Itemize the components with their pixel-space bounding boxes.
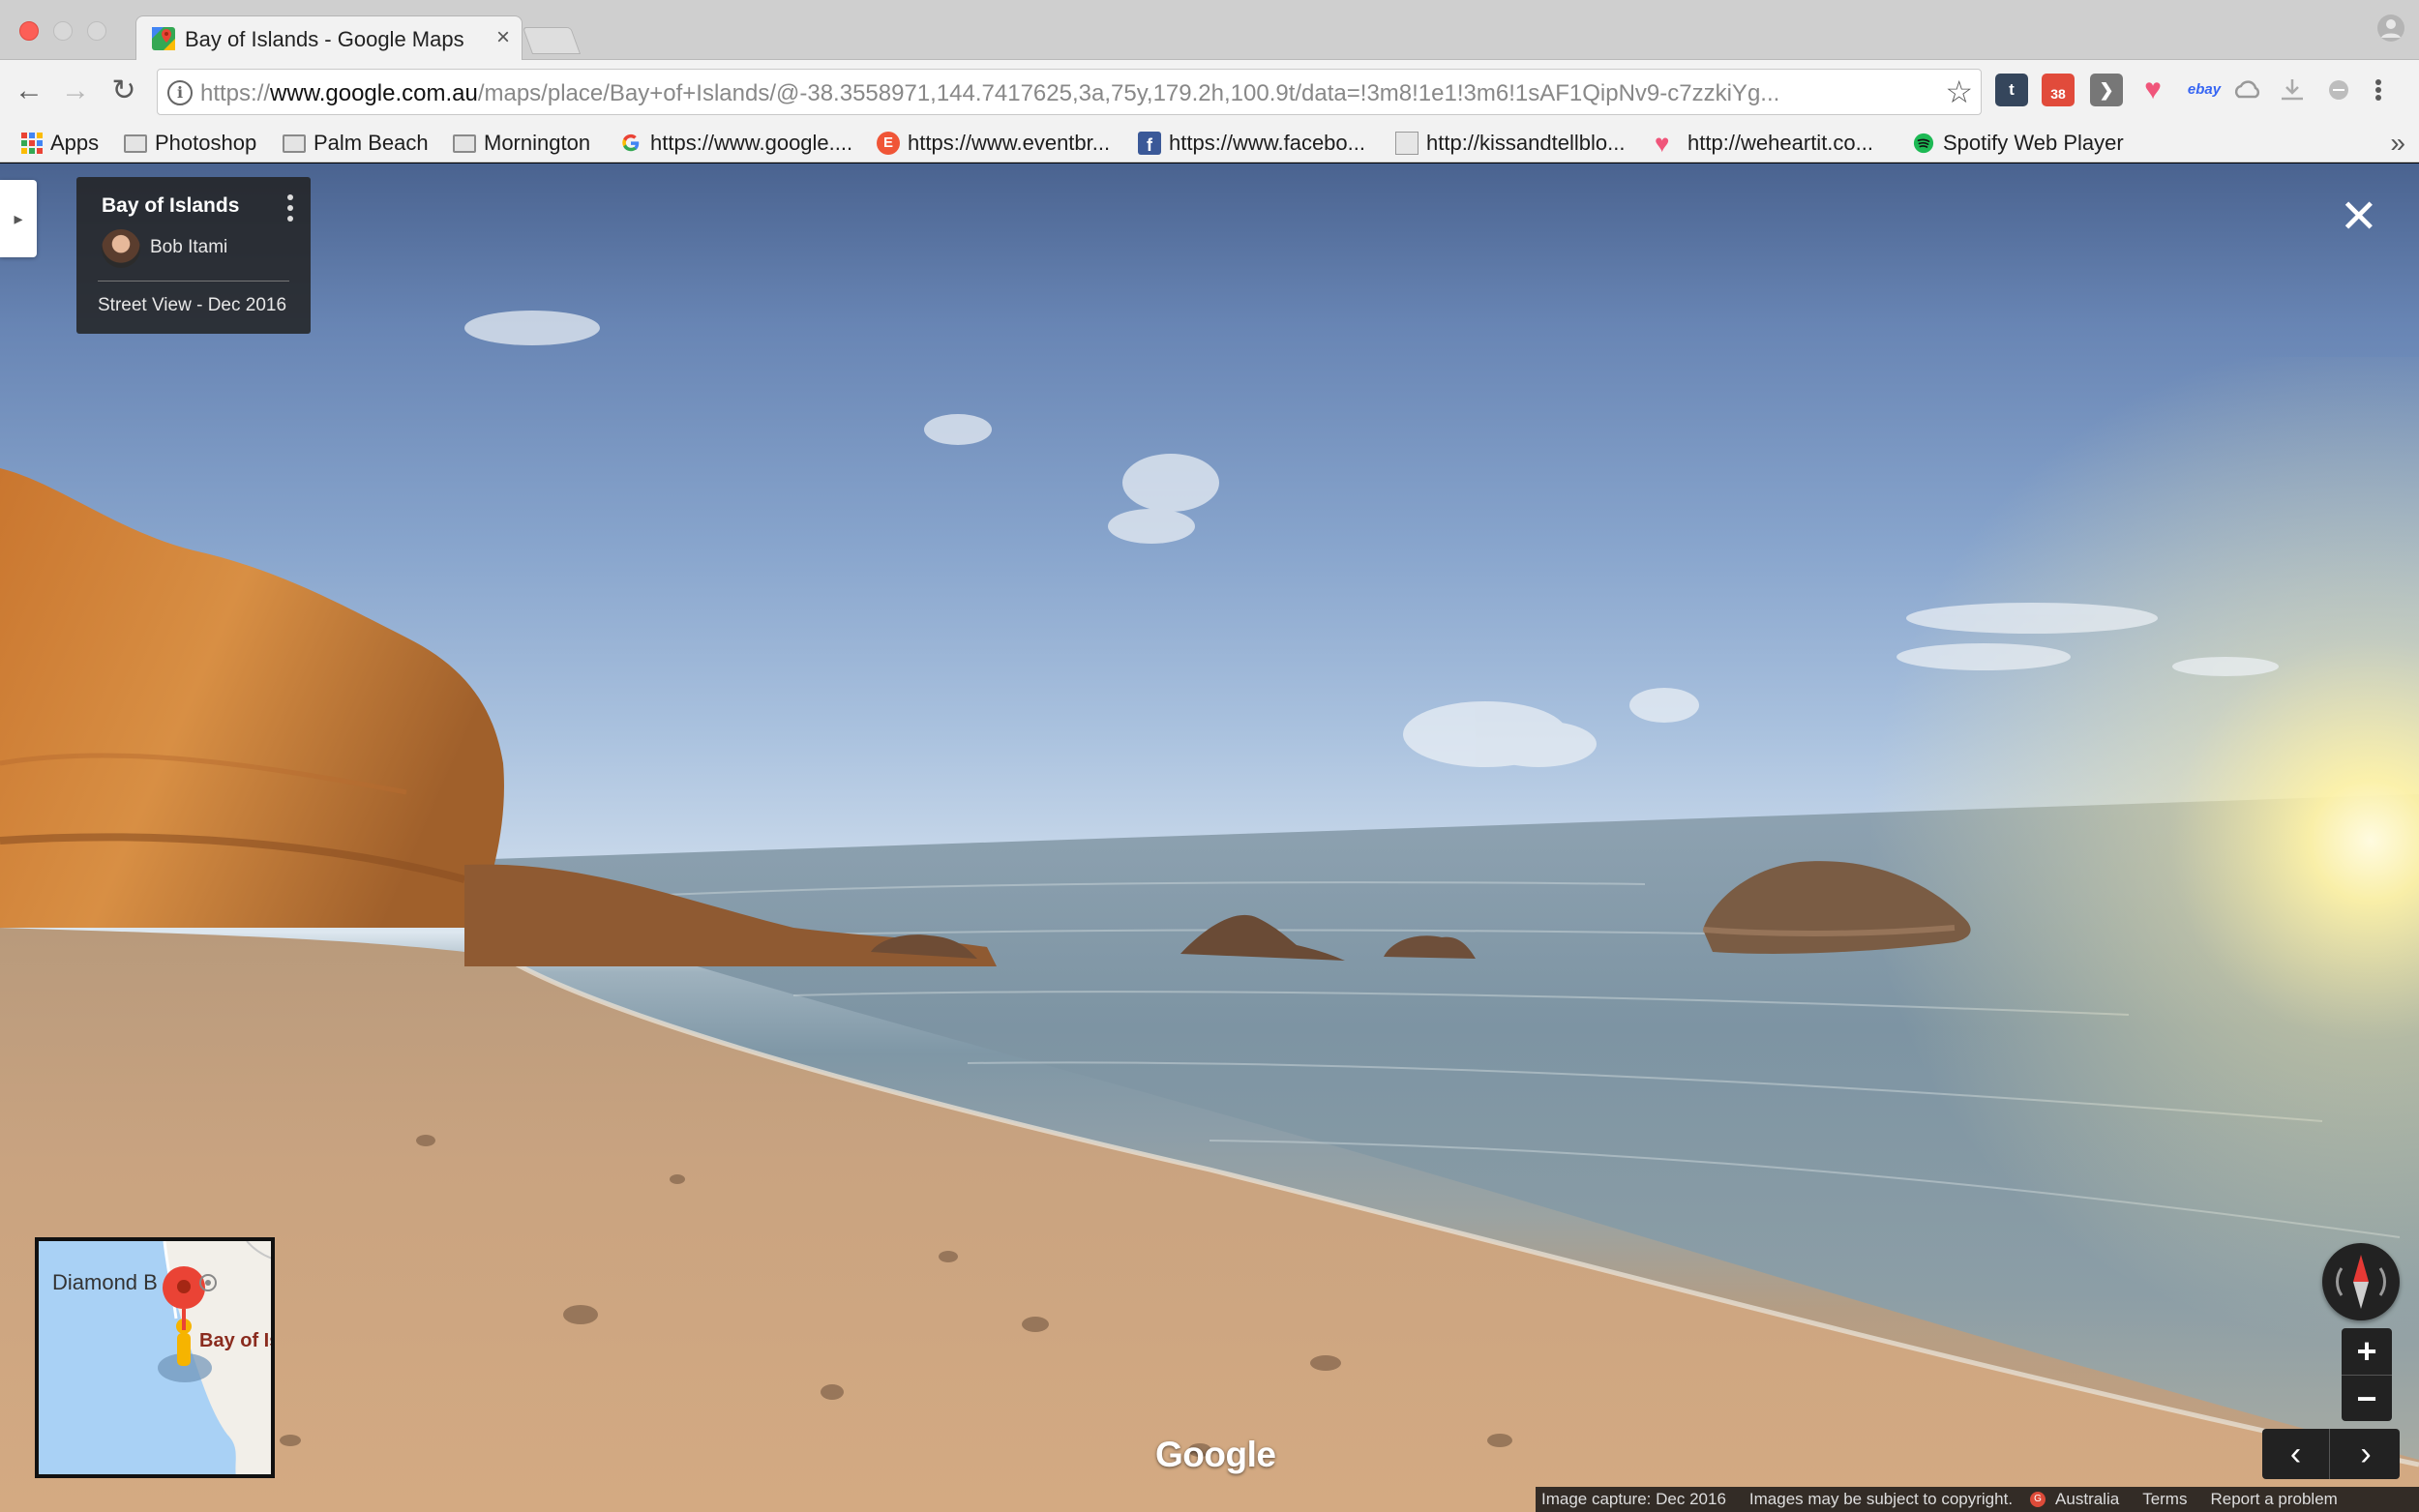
copyright-text: Images may be subject to copyright. (1748, 1490, 2014, 1508)
bookmark-google[interactable]: https://www.google.... (619, 128, 852, 159)
url-path: /maps/place/Bay+of+Islands/@-38.3558971,… (477, 80, 1780, 106)
bookmark-weheartit[interactable]: ♥ http://weheartit.co... (1655, 128, 1873, 159)
zoom-control: + − (2342, 1328, 2392, 1421)
browser-toolbar: ← → ↻ i https://www.google.com.au/maps/p… (0, 60, 2419, 124)
previous-button[interactable]: ‹ (2262, 1429, 2330, 1479)
bookmark-eventbrite[interactable]: E https://www.eventbr... (877, 128, 1110, 159)
map-label-bay-of-islands: Bay of Is (199, 1330, 275, 1351)
time-navigation-control: ‹ › (2262, 1429, 2400, 1479)
apps-grid-icon (21, 133, 43, 154)
forward-button[interactable]: → (58, 74, 93, 108)
avatar[interactable] (102, 229, 140, 268)
tumblr-extension-icon[interactable]: t (1995, 74, 2028, 106)
profile-icon[interactable] (2376, 14, 2405, 43)
spotify-icon (1913, 133, 1934, 154)
compass-icon[interactable] (2322, 1243, 2400, 1320)
bookmark-label: http://weheartit.co... (1687, 131, 1873, 155)
url-prefix: https:// (200, 80, 271, 106)
divider (98, 281, 289, 282)
page-icon (1395, 132, 1419, 155)
bookmark-label: https://www.facebo... (1169, 131, 1365, 155)
circle-extension-icon[interactable] (2322, 74, 2355, 106)
new-tab-button[interactable] (522, 27, 582, 54)
bookmark-label: Palm Beach (314, 131, 429, 155)
weheartit-icon: ♥ (1655, 129, 1670, 158)
bookmark-kissandtell[interactable]: http://kissandtellblo... (1395, 128, 1625, 159)
url-domain: www.google.com.au (270, 80, 478, 106)
zoom-in-button[interactable]: + (2342, 1328, 2392, 1375)
window-close-button[interactable] (19, 21, 39, 41)
bookmark-label: https://www.eventbr... (908, 131, 1111, 155)
tab-title: Bay of Islands - Google Maps (185, 27, 464, 51)
eventbrite-icon: E (877, 132, 900, 155)
tab-close-icon[interactable]: × (496, 24, 510, 51)
bookmark-label: Photoshop (155, 131, 257, 155)
report-problem-link[interactable]: Report a problem (2210, 1490, 2337, 1509)
bookmark-label: Apps (50, 131, 100, 155)
bookmark-apps[interactable]: Apps (21, 128, 99, 159)
image-capture-text: Image capture: Dec 2016 (1541, 1490, 1726, 1508)
bookmarks-overflow-button[interactable]: » (2390, 128, 2405, 159)
tab-bay-of-islands[interactable]: Bay of Islands - Google Maps × (135, 15, 523, 61)
google-logo: Google (1155, 1435, 1276, 1474)
region-link[interactable]: Australia (2055, 1490, 2119, 1509)
google-icon (622, 133, 640, 152)
more-options-icon[interactable] (287, 194, 293, 222)
bookmarks-bar: Apps Photoshop Palm Beach Mornington htt… (0, 124, 2419, 163)
mini-map[interactable]: Diamond B Bay of Is (35, 1237, 275, 1478)
site-info-icon[interactable]: i (167, 80, 193, 105)
bookmark-label: Mornington (484, 131, 591, 155)
author-name[interactable]: Bob Itami (150, 237, 227, 258)
google-maps-icon (152, 27, 175, 50)
browser-menu-icon[interactable] (2369, 74, 2388, 106)
terms-link[interactable]: Terms (2142, 1490, 2187, 1509)
bookmark-mornington[interactable]: Mornington (453, 128, 590, 159)
facebook-icon: f (1138, 132, 1161, 155)
bookmark-label: Spotify Web Player (1943, 131, 2124, 155)
capture-date[interactable]: Street View - Dec 2016 (98, 295, 286, 316)
bookmark-label: https://www.google.... (650, 131, 853, 155)
calendar-extension-icon[interactable]: 38 (2042, 74, 2075, 106)
bookmark-photoshop[interactable]: Photoshop (124, 128, 256, 159)
window-maximize-button[interactable] (87, 21, 106, 41)
app-window: Bay of Islands - Google Maps × ← → ↻ i h… (0, 0, 2419, 1512)
zoom-out-button[interactable]: − (2342, 1375, 2392, 1421)
bookmark-facebook[interactable]: f https://www.facebo... (1138, 128, 1365, 159)
bookmark-palm-beach[interactable]: Palm Beach (283, 128, 429, 159)
download-extension-icon[interactable] (2276, 74, 2309, 106)
street-view-info-card: Bay of Islands Bob Itami Street View - D… (76, 177, 311, 334)
reload-button[interactable]: ↻ (106, 74, 141, 108)
folder-icon (453, 133, 476, 153)
folder-icon (283, 133, 306, 153)
back-button[interactable]: ← (12, 74, 46, 108)
street-view-footer: Image capture: Dec 2016 Images may be su… (1536, 1487, 2419, 1512)
side-panel-toggle[interactable]: ▸ (0, 180, 37, 257)
panorama-scene (0, 311, 2419, 1512)
ebay-extension-icon[interactable]: ebay (2183, 74, 2225, 106)
address-bar[interactable]: i https://www.google.com.au/maps/place/B… (157, 69, 1982, 115)
google-plus-icon[interactable]: G (2030, 1492, 2046, 1507)
bookmark-star-icon[interactable]: ☆ (1945, 74, 1973, 110)
cloud-extension-icon[interactable] (2231, 74, 2264, 106)
next-button[interactable]: › (2332, 1429, 2400, 1479)
map-label-diamond-bay: Diamond B (52, 1270, 158, 1294)
browser-tab-bar: Bay of Islands - Google Maps × (0, 0, 2419, 61)
bookmark-label: http://kissandtellblo... (1426, 131, 1626, 155)
street-view-panorama[interactable] (0, 163, 2419, 1512)
pocket-extension-icon[interactable]: ❯ (2090, 74, 2123, 106)
window-minimize-button[interactable] (53, 21, 73, 41)
place-title[interactable]: Bay of Islands (102, 194, 239, 218)
close-street-view-icon[interactable]: ✕ (2340, 193, 2378, 240)
heart-extension-icon[interactable]: ♥ (2136, 74, 2169, 106)
url-text[interactable]: https://www.google.com.au/maps/place/Bay… (200, 80, 1923, 107)
folder-icon (124, 133, 147, 153)
bookmark-spotify[interactable]: Spotify Web Player (1912, 128, 2124, 159)
